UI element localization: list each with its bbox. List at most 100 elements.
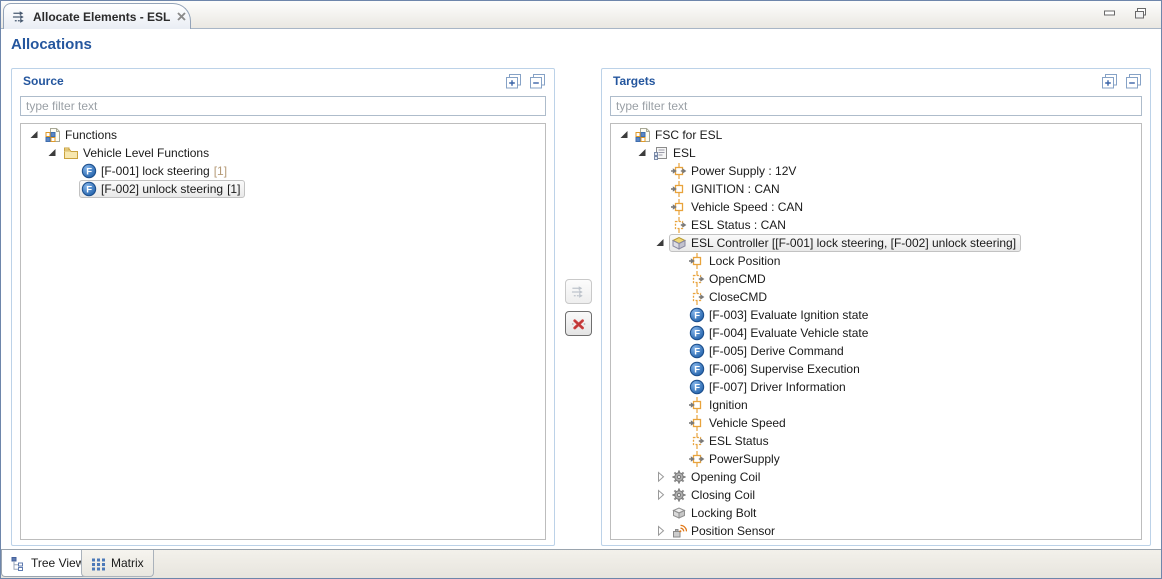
collapse-all-button[interactable]	[1125, 73, 1142, 89]
tree-row[interactable]: ESL Controller [[F-001] lock steering, […	[611, 234, 1141, 252]
tree-row[interactable]: F[F-007] Driver Information	[611, 378, 1141, 396]
tree-row[interactable]: Locking Bolt	[611, 504, 1141, 522]
twistie-collapsed-icon[interactable]	[653, 469, 669, 485]
tree-item[interactable]: Closing Coil	[669, 486, 760, 504]
tree-item[interactable]: IGNITION : CAN	[669, 180, 785, 198]
tree-item-label: [F-006] Supervise Execution	[709, 362, 860, 376]
tree-row[interactable]: Power Supply : 12V	[611, 162, 1141, 180]
tree-row[interactable]: FSC for ESL	[611, 126, 1141, 144]
tab-matrix[interactable]: Matrix	[81, 550, 154, 577]
tree-row[interactable]: PowerSupply	[611, 450, 1141, 468]
twistie-spacer	[671, 361, 687, 377]
tree-item[interactable]: PowerSupply	[687, 450, 785, 468]
tree-row[interactable]: IGNITION : CAN	[611, 180, 1141, 198]
tree-row[interactable]: OpenCMD	[611, 270, 1141, 288]
tree-item[interactable]: F[F-004] Evaluate Vehicle state	[687, 324, 873, 342]
module-icon	[635, 127, 651, 143]
tree-row[interactable]: Vehicle Speed : CAN	[611, 198, 1141, 216]
svg-text:F: F	[694, 347, 700, 358]
tree-item[interactable]: FSC for ESL	[633, 126, 727, 144]
tree-row[interactable]: ESL	[611, 144, 1141, 162]
tree-item[interactable]: ESL	[651, 144, 701, 162]
tree-item[interactable]: F[F-003] Evaluate Ignition state	[687, 306, 873, 324]
tree-item-label: Closing Coil	[691, 488, 755, 502]
collapse-all-button[interactable]	[529, 73, 546, 89]
tree-row[interactable]: Vehicle Level Functions	[21, 144, 545, 162]
twistie-spacer	[653, 163, 669, 179]
tree-item-selected[interactable]: F[F-002] unlock steering[1]	[79, 180, 245, 198]
tab-tree-view-label: Tree View	[31, 556, 84, 570]
source-tree: FunctionsVehicle Level FunctionsF[F-001]…	[20, 123, 546, 540]
tree-row[interactable]: ESL Status : CAN	[611, 216, 1141, 234]
matrix-icon	[91, 556, 106, 571]
tree-item[interactable]: Vehicle Level Functions	[61, 144, 214, 162]
tree-row[interactable]: Functions	[21, 126, 545, 144]
tree-item-selected[interactable]: ESL Controller [[F-001] lock steering, […	[669, 234, 1021, 252]
tree-row[interactable]: Ignition	[611, 396, 1141, 414]
tree-item[interactable]: Ignition	[687, 396, 753, 414]
gear-icon	[671, 487, 687, 503]
tree-item-label: Lock Position	[709, 254, 780, 268]
allocate-button[interactable]	[565, 279, 592, 304]
twistie-expanded-icon[interactable]	[653, 235, 669, 251]
tree-row[interactable]: F[F-006] Supervise Execution	[611, 360, 1141, 378]
expand-all-button[interactable]	[1101, 73, 1118, 89]
tree-row[interactable]: Closing Coil	[611, 486, 1141, 504]
tree-item[interactable]: F[F-007] Driver Information	[687, 378, 851, 396]
tree-row[interactable]: F[F-001] lock steering[1]	[21, 162, 545, 180]
tree-row[interactable]: Position Sensor	[611, 522, 1141, 540]
twistie-spacer	[671, 397, 687, 413]
minimize-icon[interactable]	[1103, 7, 1117, 19]
tab-matrix-label: Matrix	[111, 556, 144, 570]
close-icon[interactable]	[176, 11, 187, 22]
allocate-arrows-icon	[12, 9, 27, 24]
tree-row[interactable]: F[F-005] Derive Command	[611, 342, 1141, 360]
allocation-count-badge: [1]	[214, 164, 227, 178]
restore-icon[interactable]	[1133, 7, 1147, 19]
tree-item[interactable]: Power Supply : 12V	[669, 162, 801, 180]
tree-row[interactable]: F[F-004] Evaluate Vehicle state	[611, 324, 1141, 342]
remove-allocation-button[interactable]	[565, 311, 592, 336]
tree-row[interactable]: Lock Position	[611, 252, 1141, 270]
tree-item[interactable]: Vehicle Speed : CAN	[669, 198, 808, 216]
tree-row[interactable]: Vehicle Speed	[611, 414, 1141, 432]
twistie-expanded-icon[interactable]	[45, 145, 61, 161]
targets-panel: Targets FSC for ESLESLPower Supply : 12V…	[601, 68, 1151, 546]
expand-all-button[interactable]	[505, 73, 522, 89]
tree-row[interactable]: F[F-003] Evaluate Ignition state	[611, 306, 1141, 324]
module-icon	[45, 127, 61, 143]
tree-item[interactable]: F[F-006] Supervise Execution	[687, 360, 865, 378]
tree-item-label: CloseCMD	[709, 290, 767, 304]
tree-item[interactable]: OpenCMD	[687, 270, 771, 288]
twistie-collapsed-icon[interactable]	[653, 487, 669, 503]
tree-item-label: PowerSupply	[709, 452, 780, 466]
tree-item[interactable]: Functions	[43, 126, 122, 144]
cube-icon	[671, 505, 687, 521]
twistie-expanded-icon[interactable]	[635, 145, 651, 161]
source-panel: Source FunctionsVehicle Level FunctionsF…	[11, 68, 555, 546]
tree-item[interactable]: F[F-001] lock steering[1]	[79, 162, 232, 180]
tree-row[interactable]: F[F-002] unlock steering[1]	[21, 180, 545, 198]
tree-item[interactable]: CloseCMD	[687, 288, 772, 306]
twistie-expanded-icon[interactable]	[617, 127, 633, 143]
twistie-collapsed-icon[interactable]	[653, 523, 669, 539]
source-toolbar	[505, 73, 546, 89]
tree-row[interactable]: ESL Status	[611, 432, 1141, 450]
tree-row[interactable]: Opening Coil	[611, 468, 1141, 486]
tab-allocate-elements[interactable]: Allocate Elements - ESL	[3, 3, 191, 29]
function-icon: F	[689, 343, 705, 359]
tree-item[interactable]: Locking Bolt	[669, 504, 761, 522]
targets-panel-title: Targets	[613, 74, 655, 88]
tree-item[interactable]: Lock Position	[687, 252, 785, 270]
source-filter-input[interactable]	[20, 96, 546, 116]
tree-item[interactable]: Opening Coil	[669, 468, 765, 486]
tree-item[interactable]: Vehicle Speed	[687, 414, 791, 432]
tree-item-label: Vehicle Speed	[709, 416, 786, 430]
tree-item[interactable]: ESL Status	[687, 432, 774, 450]
twistie-expanded-icon[interactable]	[27, 127, 43, 143]
tree-item[interactable]: ESL Status : CAN	[669, 216, 791, 234]
targets-filter-input[interactable]	[610, 96, 1142, 116]
tree-item[interactable]: F[F-005] Derive Command	[687, 342, 849, 360]
tree-item[interactable]: Position Sensor	[669, 522, 780, 540]
tree-row[interactable]: CloseCMD	[611, 288, 1141, 306]
